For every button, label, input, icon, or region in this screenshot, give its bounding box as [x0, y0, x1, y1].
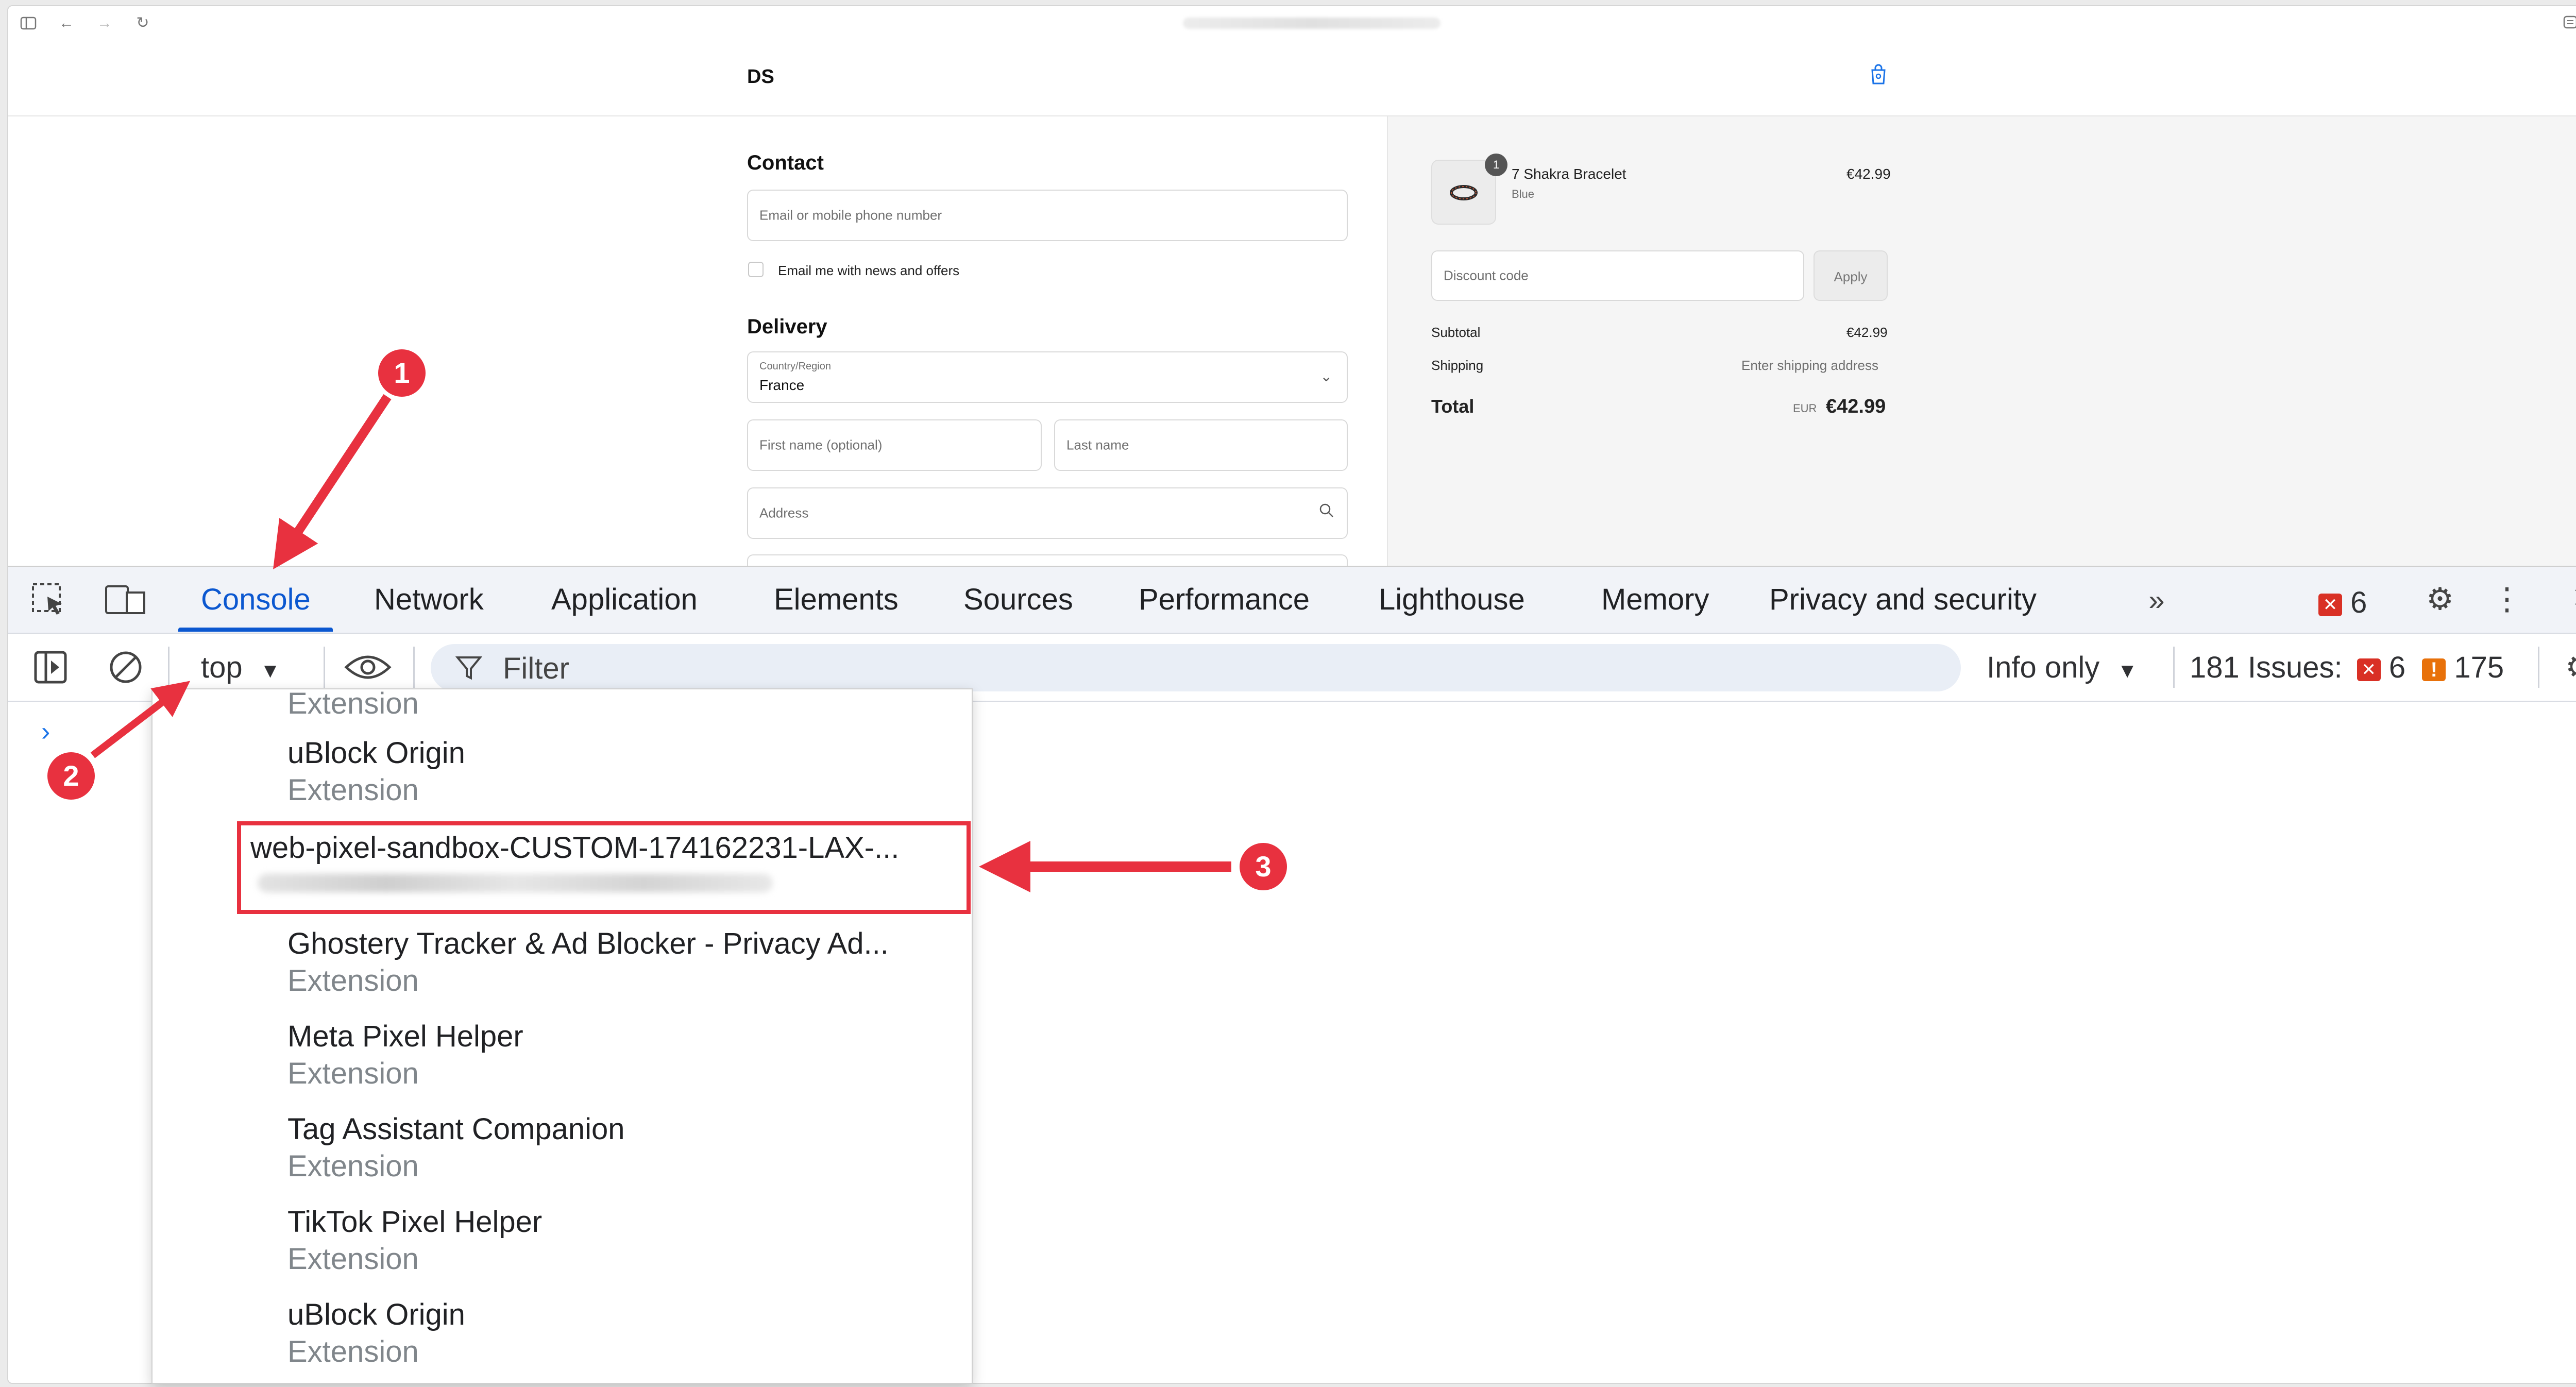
step-marker-3: 3 [1240, 843, 1287, 890]
arrow-to-console-tab [273, 394, 392, 570]
annotation-arrows [90, 394, 1231, 892]
arrow-to-context-selector [90, 681, 191, 758]
step-marker-1: 1 [378, 349, 426, 397]
step-marker-2: 2 [47, 752, 95, 800]
